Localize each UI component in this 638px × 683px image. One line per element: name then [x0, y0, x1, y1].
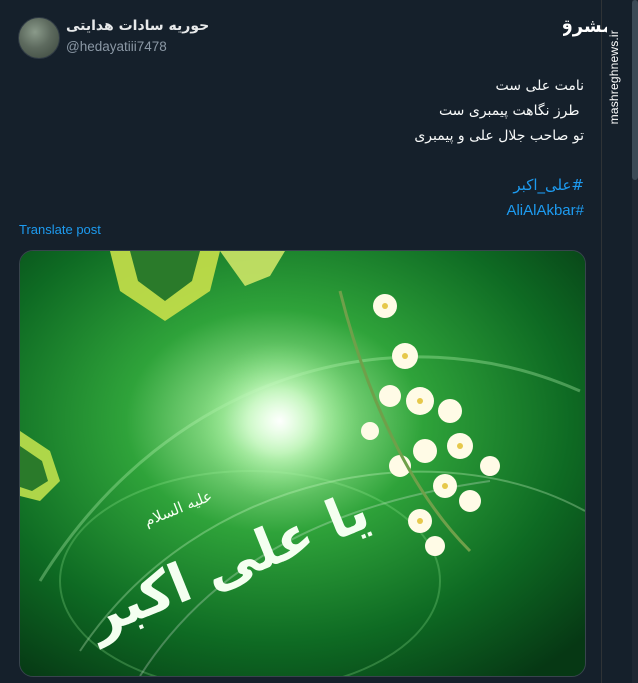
mashregh-logo-icon: مشرق [563, 16, 607, 37]
hashtag-link[interactable]: #علی_اکبر [506, 173, 584, 198]
post-text-line: نامت علی ست [495, 78, 584, 94]
column-divider [601, 0, 602, 683]
translate-post-link[interactable]: Translate post [19, 222, 101, 237]
hashtag-list: #علی_اکبر #AliAlAkbar [506, 173, 584, 223]
hashtag-link[interactable]: #AliAlAkbar [506, 198, 584, 223]
avatar[interactable] [18, 17, 60, 59]
author-handle[interactable]: @hedayatiii7478 [66, 39, 167, 54]
post-media-image[interactable]: یا علی اکبر علیه السلام [19, 250, 586, 677]
post-text: نامت علی ست طرز نگاهت پیمبری ست تو صاحب … [44, 74, 584, 149]
post-text-line: تو صاحب جلال علی و پیمبری [414, 128, 584, 144]
media-artwork: یا علی اکبر علیه السلام [20, 251, 585, 676]
post-text-line: طرز نگاهت پیمبری ست [438, 103, 584, 119]
watermark-site: mashreghnews.ir [607, 30, 621, 125]
tweet-post: حوریه سادات هدایتی @hedayatiii7478 نامت … [0, 0, 600, 683]
author-display-name[interactable]: حوریه سادات هدایتی [66, 18, 209, 34]
svg-text:مشرق: مشرق [563, 16, 607, 37]
scrollbar-thumb[interactable] [632, 0, 638, 180]
